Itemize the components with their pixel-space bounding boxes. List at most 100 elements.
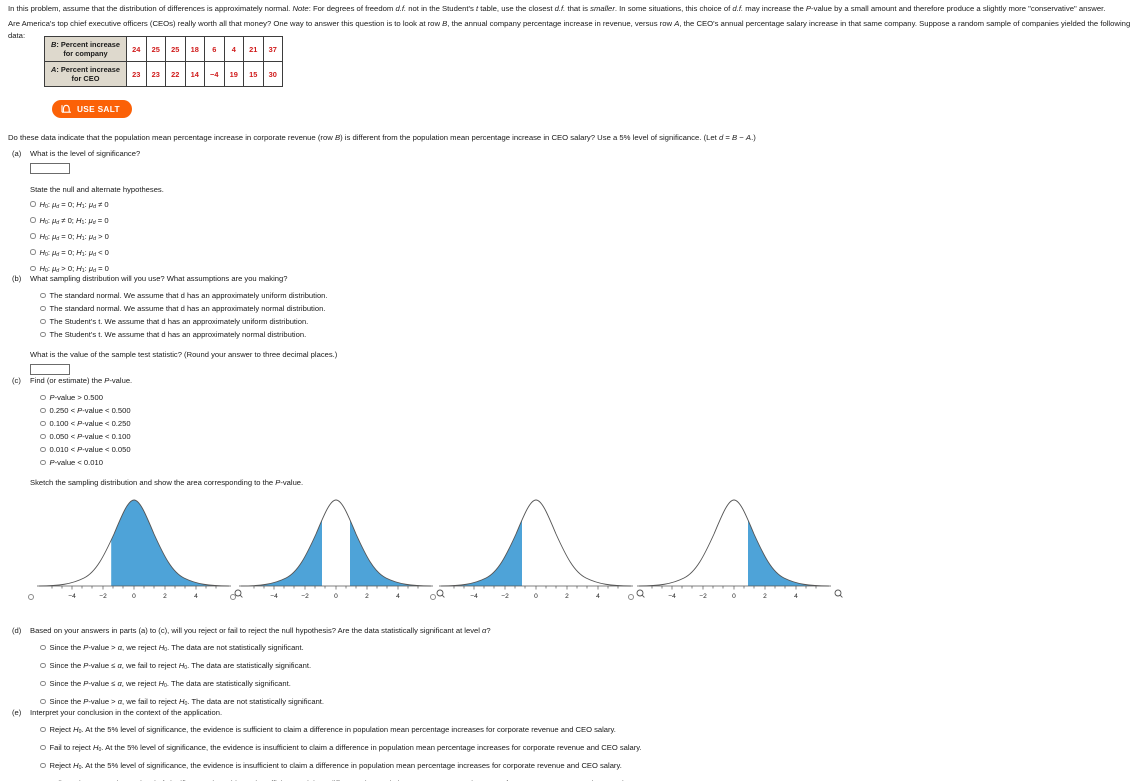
chart-3-xtick-4: 4 [596, 593, 600, 600]
hypothesis-option-2[interactable]: H0: μd ≠ 0; H1: μd = 0 [30, 215, 612, 229]
part-b-label: (b) [12, 274, 22, 283]
radio-icon[interactable] [40, 331, 46, 338]
pvalue-option-3[interactable]: 0.100 < P-value < 0.250 [40, 418, 612, 429]
interpretation-option-2[interactable]: Fail to reject H0. At the 5% level of si… [40, 742, 1112, 756]
intro-text-1c: not in the Student's [406, 4, 476, 13]
h1-rel-2: = [97, 215, 103, 225]
cell-a-7: 15 [243, 61, 264, 87]
chart-2-xtick-neg4: −4 [270, 593, 278, 600]
decision-option-1[interactable]: Since the P-value > α, we reject H0. The… [40, 642, 712, 656]
h1-val-2: 0 [104, 215, 109, 225]
row-a-label-rest: : Percent increase [56, 64, 121, 74]
part-c-label: (c) [12, 376, 21, 385]
hypothesis-option-3[interactable]: H0: μd = 0; H1: μd > 0 [30, 231, 612, 245]
pvalue-option-5-text: 0.010 < P-value < 0.050 [50, 444, 131, 455]
sampling-option-3[interactable]: The Student's t. We assume that d has an… [40, 316, 612, 327]
radio-icon[interactable] [30, 217, 36, 223]
pvalue-option-2[interactable]: 0.250 < P-value < 0.500 [40, 405, 612, 416]
radio-icon[interactable] [40, 680, 46, 687]
radio-icon[interactable] [40, 394, 46, 401]
chart-option-1[interactable]: −4 −2 0 2 4 [28, 482, 243, 604]
radio-icon[interactable] [40, 433, 46, 440]
sampling-option-2[interactable]: The standard normal. We assume that d ha… [40, 303, 612, 314]
chart-4-graph: −4 −2 0 2 4 [637, 499, 831, 600]
part-d-prompt-b: ? [486, 626, 491, 635]
cell-b-3: 25 [165, 36, 186, 62]
pvalue-option-3-text: 0.100 < P-value < 0.250 [50, 418, 131, 429]
df-term-1: d.f. [395, 4, 407, 13]
pvalue-option-6[interactable]: P-value < 0.010 [40, 457, 612, 468]
d3-s2: -value ≤ [88, 679, 118, 689]
radio-icon[interactable] [30, 249, 36, 255]
part-c: (c) Find (or estimate) the P-value. P-va… [12, 375, 612, 488]
part-a: (a) What is the level of significance? S… [12, 148, 612, 279]
sampling-option-4[interactable]: The Student's t. We assume that d has an… [40, 329, 612, 340]
chart-4-xtick-2: 2 [763, 593, 767, 600]
use-salt-label: USE SALT [77, 104, 120, 114]
radio-icon[interactable] [40, 762, 46, 769]
chart-option-2[interactable]: −4 −2 0 2 4 [230, 482, 445, 604]
cell-b-8: 37 [262, 36, 283, 62]
hypothesis-option-1[interactable]: H0: μd = 0; H1: μd ≠ 0 [30, 199, 612, 213]
level-of-significance-input[interactable] [30, 162, 70, 174]
row-b-label-line2: for company [63, 49, 108, 58]
intro-text-1b: : For degrees of freedom [308, 4, 396, 13]
radio-icon[interactable] [40, 318, 46, 325]
chart-4-xtick-neg2: −2 [699, 593, 707, 600]
radio-icon[interactable] [40, 446, 46, 453]
radio-icon[interactable] [40, 644, 46, 651]
main-q-minus: − [737, 133, 746, 142]
d2-s3: , we fail to reject [121, 661, 179, 671]
radio-icon[interactable] [40, 407, 46, 414]
pv4-post: -value < 0.100 [82, 432, 131, 441]
radio-icon[interactable] [40, 459, 46, 466]
interpretation-option-3[interactable]: Reject H0. At the 5% level of significan… [40, 760, 1112, 774]
decision-option-3[interactable]: Since the P-value ≤ α, we reject H0. The… [40, 678, 712, 692]
test-statistic-input[interactable] [30, 363, 70, 375]
sampling-option-1[interactable]: The standard normal. We assume that d ha… [40, 290, 612, 301]
decision-option-2-text: Since the P-value ≤ α, we fail to reject… [50, 660, 312, 674]
e1-s1: Reject [49, 725, 74, 734]
d2-s2: -value ≤ [88, 661, 118, 671]
interpretation-options-group: Reject H0. At the 5% level of significan… [40, 724, 1112, 781]
h0-val-3: 0 [67, 231, 73, 241]
interpretation-option-1[interactable]: Reject H0. At the 5% level of significan… [40, 724, 1112, 738]
radio-icon[interactable] [30, 265, 36, 272]
chart-4-magnifier-icon[interactable] [834, 589, 843, 600]
pvalue-option-1[interactable]: P-value > 0.500 [40, 392, 612, 403]
hypotheses-prompt: State the null and alternate hypotheses. [30, 184, 164, 194]
hypothesis-option-4-text: H0: μd = 0; H1: μd < 0 [39, 247, 109, 258]
main-q-b: ) is different from the population mean … [340, 133, 719, 142]
radio-icon[interactable] [40, 420, 46, 427]
d4-s4: . The data are not statistically signifi… [187, 697, 325, 707]
pvalue-option-5[interactable]: 0.010 < P-value < 0.050 [40, 444, 612, 455]
radio-icon[interactable] [40, 698, 46, 705]
part-c-prompt-b: -value. [109, 376, 133, 385]
radio-icon[interactable] [40, 292, 46, 299]
h1-rel-3: > [98, 231, 103, 241]
pvalue-option-4[interactable]: 0.050 < P-value < 0.100 [40, 431, 612, 442]
use-salt-button[interactable]: USE SALT [52, 100, 132, 118]
radio-icon[interactable] [40, 305, 46, 312]
interpretation-option-1-text: Reject H0. At the 5% level of significan… [50, 724, 616, 738]
radio-icon[interactable] [40, 726, 46, 733]
hypothesis-option-1-text: H0: μd = 0; H1: μd ≠ 0 [39, 199, 109, 210]
radio-icon[interactable] [40, 662, 46, 669]
data-table: B: Percent increase for company 24 25 25 … [44, 36, 283, 87]
decision-option-2[interactable]: Since the P-value ≤ α, we fail to reject… [40, 660, 712, 674]
chart-4-xtick-0: 0 [732, 593, 736, 600]
h1-val-5: 0 [104, 264, 109, 273]
radio-icon[interactable] [40, 744, 46, 751]
h0-rel-3: = [61, 231, 66, 241]
radio-icon[interactable] [30, 201, 36, 207]
chart-option-3[interactable]: −4 −2 0 2 4 [430, 482, 645, 604]
chart-option-4[interactable]: −4 −2 0 2 4 [628, 482, 843, 604]
cell-a-6: 19 [223, 61, 244, 87]
hypothesis-option-4[interactable]: H0: μd = 0; H1: μd < 0 [30, 247, 612, 261]
row-label-b: B: Percent increase for company [44, 36, 127, 62]
part-d-prompt: Based on your answers in parts (a) to (c… [30, 625, 712, 636]
radio-icon[interactable] [30, 233, 36, 239]
e1-s2: . At the 5% level of significance, the e… [81, 725, 616, 734]
intro-text-1g: may increase the [743, 4, 806, 13]
main-q-d2: .) [751, 133, 756, 142]
